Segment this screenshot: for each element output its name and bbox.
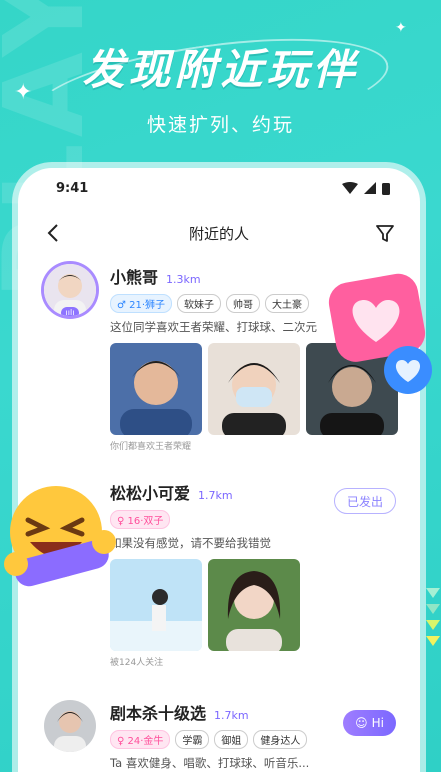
say-hi-button[interactable]: ☺ Hi [343, 710, 396, 736]
phone-frame: 9:41 附近的人 ıılı 小熊哥 1.3km ♂ 21·狮子 软妹子 帅哥 … [18, 168, 420, 772]
status-time: 9:41 [56, 180, 89, 196]
interest-tag: 健身达人 [253, 730, 308, 749]
interest-tag: 帅哥 [226, 294, 261, 313]
battery-icon [382, 182, 390, 195]
sparkle-icon: ✦ [395, 20, 407, 36]
interest-tag: 御姐 [214, 730, 249, 749]
user-distance: 1.3km [166, 273, 201, 286]
user-bio: Ta 喜欢健身、唱歌、打球球、听音乐... [110, 756, 310, 770]
heart-bubble-icon [378, 342, 438, 406]
avatar[interactable]: ıılı [44, 264, 96, 316]
user-name: 小熊哥 [110, 268, 159, 287]
interest-tag: 学霸 [175, 730, 210, 749]
user-distance: 1.7km [198, 489, 233, 502]
status-bar: 9:41 [18, 168, 420, 208]
live-badge-icon: ıılı [61, 307, 79, 316]
user-name: 松松小可爱 [110, 484, 191, 503]
emoji-icon: ☺ [355, 716, 368, 730]
user-bio: 如果没有感觉，请不要给我错觉 [110, 536, 271, 550]
chevron-left-icon [47, 224, 58, 242]
avatar[interactable] [44, 700, 96, 752]
user-name: 剧本杀十级选 [110, 704, 207, 723]
nav-bar: 附近的人 [18, 208, 420, 258]
page-title: 附近的人 [188, 224, 249, 243]
filter-icon [376, 225, 394, 242]
wifi-icon [342, 182, 358, 194]
triangle-decor-icon [424, 586, 441, 660]
user-photo[interactable] [208, 559, 300, 651]
signal-icon [364, 182, 376, 194]
user-photo[interactable] [208, 343, 300, 435]
user-card[interactable]: 剧本杀十级选 1.7km ♀ 24·金牛 学霸 御姐 健身达人 Ta 喜欢健身、… [18, 694, 420, 771]
photo-strip [110, 559, 420, 651]
user-photo[interactable] [110, 559, 202, 651]
gender-age-tag: ♀ 24·金牛 [110, 730, 171, 749]
gender-age-tag: ♂ 21·狮子 [110, 294, 173, 313]
status-icons [342, 182, 390, 195]
filter-button[interactable] [372, 220, 398, 246]
back-button[interactable] [40, 220, 66, 246]
follower-count: 被124人关注 [110, 658, 164, 668]
laughing-emoji-icon [0, 480, 120, 594]
say-hi-label: Hi [371, 716, 384, 730]
sent-status-button[interactable]: 已发出 [333, 488, 396, 514]
promo-subline: 快速扩列、约玩 [146, 114, 294, 136]
interest-tag: 软妹子 [177, 294, 222, 313]
interest-tag: 大土豪 [265, 294, 310, 313]
user-distance: 1.7km [214, 709, 249, 722]
common-interest-note: 你们都喜欢王者荣耀 [110, 442, 192, 452]
user-photo[interactable] [110, 343, 202, 435]
promo-headline: 发现附近玩伴 [82, 45, 359, 94]
